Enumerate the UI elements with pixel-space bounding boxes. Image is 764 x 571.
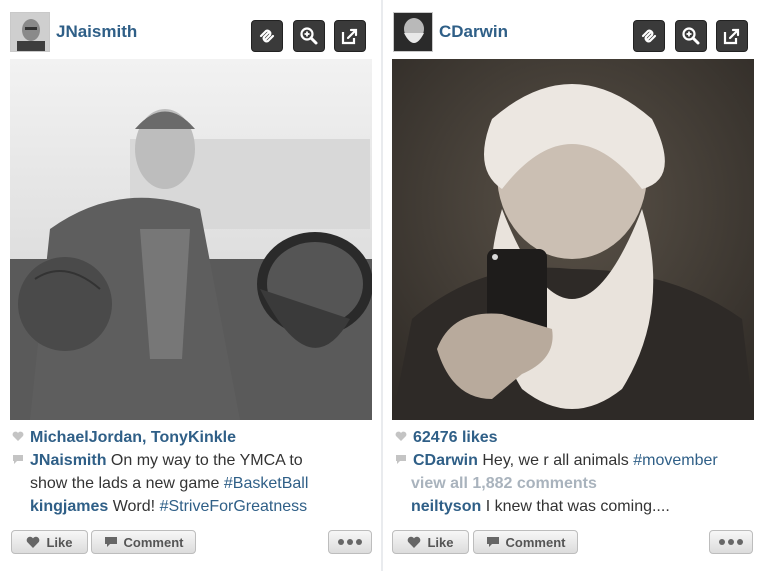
comment-username[interactable]: neiltyson bbox=[411, 498, 481, 515]
comment-row: neiltyson I knew that was coming.... bbox=[411, 498, 670, 516]
caption-username[interactable]: CDarwin bbox=[413, 452, 478, 469]
post-username[interactable]: JNaismith bbox=[56, 22, 137, 42]
link-icon bbox=[641, 29, 657, 43]
comment-label: Comment bbox=[505, 534, 566, 550]
view-all-row: view all 1,882 comments bbox=[411, 475, 597, 493]
hashtag-link[interactable]: #BasketBall bbox=[224, 475, 309, 492]
more-icon bbox=[719, 539, 725, 545]
zoom-icon bbox=[682, 27, 700, 45]
comment-icon bbox=[486, 537, 499, 547]
more-button[interactable] bbox=[328, 530, 372, 554]
caption-text: On my way to the YMCA to bbox=[110, 452, 303, 469]
external-link-icon bbox=[723, 28, 740, 45]
comment-text: I knew that was coming.... bbox=[485, 498, 670, 515]
post-header: CDarwin bbox=[383, 0, 764, 58]
open-external-button[interactable] bbox=[334, 20, 366, 52]
comment-text: Word! bbox=[112, 498, 156, 515]
open-external-button[interactable] bbox=[716, 20, 748, 52]
more-icon bbox=[338, 539, 344, 545]
likes-count[interactable]: 62476 likes bbox=[413, 429, 498, 446]
comment-label: Comment bbox=[123, 534, 184, 550]
zoom-icon bbox=[300, 27, 318, 45]
comment-button[interactable]: Comment bbox=[473, 530, 578, 554]
heart-icon bbox=[408, 536, 421, 548]
caption-row: JNaismith On my way to the YMCA to bbox=[12, 452, 303, 470]
view-all-comments-link[interactable]: view all 1,882 comments bbox=[411, 475, 597, 492]
likers[interactable]: MichaelJordan, TonyKinkle bbox=[30, 429, 236, 446]
heart-icon bbox=[27, 536, 40, 548]
post-header: JNaismith bbox=[0, 0, 381, 58]
like-button[interactable]: Like bbox=[392, 530, 469, 554]
likes-row: MichaelJordan, TonyKinkle bbox=[12, 429, 236, 447]
comment-username[interactable]: kingjames bbox=[30, 498, 108, 515]
link-button[interactable] bbox=[633, 20, 665, 52]
heart-icon bbox=[395, 431, 407, 441]
post-username[interactable]: CDarwin bbox=[439, 22, 508, 42]
caption-row: CDarwin Hey, we r all animals #movember bbox=[395, 452, 718, 470]
comment-icon bbox=[104, 537, 117, 547]
likes-row: 62476 likes bbox=[395, 429, 498, 447]
hashtag-link[interactable]: #movember bbox=[633, 452, 717, 469]
external-link-icon bbox=[341, 28, 358, 45]
avatar[interactable] bbox=[10, 12, 50, 52]
caption-text-2: show the lads a new game bbox=[30, 475, 220, 492]
comment-icon bbox=[396, 455, 406, 464]
comment-icon bbox=[13, 455, 23, 464]
comment-row: kingjames Word! #StriveForGreatness bbox=[30, 498, 307, 516]
avatar[interactable] bbox=[393, 12, 433, 52]
like-label: Like bbox=[46, 534, 73, 550]
caption-row-2: show the lads a new game #BasketBall bbox=[30, 475, 308, 493]
hashtag-link[interactable]: #StriveForGreatness bbox=[160, 498, 308, 515]
post-photo[interactable] bbox=[10, 59, 372, 420]
comment-button[interactable]: Comment bbox=[91, 530, 196, 554]
zoom-button[interactable] bbox=[293, 20, 325, 52]
heart-icon bbox=[12, 431, 24, 441]
more-button[interactable] bbox=[709, 530, 753, 554]
post-photo[interactable] bbox=[392, 59, 754, 420]
link-button[interactable] bbox=[251, 20, 283, 52]
caption-username[interactable]: JNaismith bbox=[30, 452, 106, 469]
post-card-darwin: CDarwin 62476 likes CDarwin Hey, we r al… bbox=[383, 0, 764, 571]
caption-text: Hey, we r all animals bbox=[482, 452, 629, 469]
like-label: Like bbox=[427, 534, 454, 550]
link-icon bbox=[259, 29, 275, 43]
zoom-button[interactable] bbox=[675, 20, 707, 52]
like-button[interactable]: Like bbox=[11, 530, 88, 554]
post-card-naismith: JNaismith MichaelJordan, TonyKinkle JNai… bbox=[0, 0, 381, 571]
